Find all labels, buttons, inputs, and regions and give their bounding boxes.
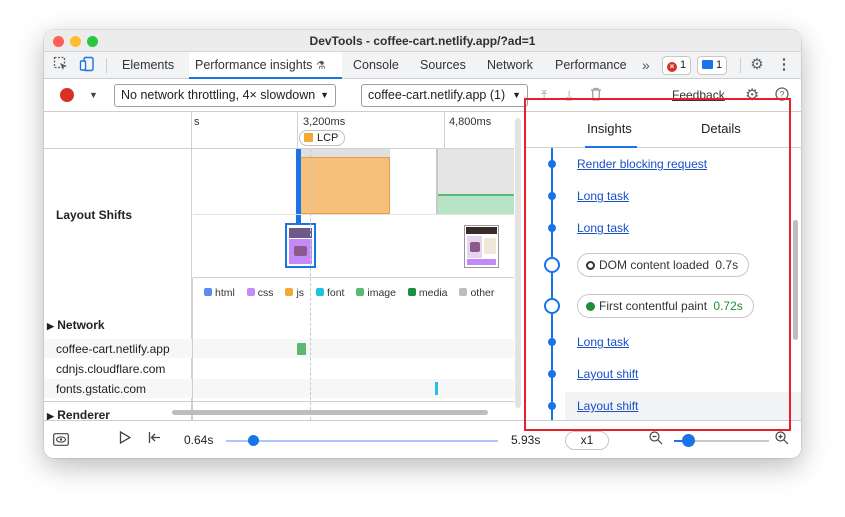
tab-performance-insights[interactable]: Performance insights ⚗ ×: [189, 52, 342, 99]
legend-item-image: image: [356, 287, 396, 299]
timeline-vertical-scrollbar[interactable]: [515, 118, 521, 408]
legend-swatch: [315, 288, 324, 296]
legend-swatch: [407, 288, 416, 296]
layout-shift-screenshot[interactable]: [464, 225, 499, 268]
network-legend: html css js font image media other: [204, 287, 503, 299]
network-host-label: fonts.gstatic.com: [56, 382, 147, 396]
table-row[interactable]: cdnjs.cloudflare.com: [44, 359, 514, 378]
legend-swatch: [459, 288, 468, 296]
chevron-down-icon: ▼: [512, 90, 521, 100]
legend-swatch: [246, 288, 255, 296]
tab-performance[interactable]: Performance: [549, 52, 633, 78]
layout-shifts-track: [193, 149, 514, 278]
legend-swatch: [204, 288, 212, 296]
lcp-marker[interactable]: LCP: [299, 130, 346, 146]
tab-divider: [106, 58, 107, 73]
track-divider: [44, 401, 514, 402]
ruler-gridline: [297, 112, 298, 149]
inspect-element-icon[interactable]: [52, 56, 70, 74]
lcp-swatch: [304, 133, 313, 142]
more-tabs-icon[interactable]: »: [636, 52, 656, 78]
screenshot-content: [484, 238, 496, 254]
network-request-bar[interactable]: [435, 382, 438, 395]
renderer-track-label[interactable]: ▶ Renderer: [47, 408, 110, 420]
error-count-badge[interactable]: × 1: [662, 56, 692, 75]
playback-slider-track[interactable]: [226, 440, 498, 442]
lcp-dashed-line: [310, 149, 311, 420]
preview-eye-icon[interactable]: [53, 433, 69, 449]
tab-elements[interactable]: Elements: [116, 52, 180, 78]
tab-sources[interactable]: Sources: [414, 52, 472, 78]
zoom-in-icon[interactable]: [775, 431, 789, 448]
legend-swatch: [285, 288, 294, 296]
window-title: DevTools - coffee-cart.netlify.app/?ad=1: [309, 34, 536, 48]
coffee-cup-image: [470, 242, 480, 252]
image-paint-bar: [436, 194, 514, 214]
network-request-bar[interactable]: [297, 343, 306, 355]
legend-item-html: html: [204, 287, 235, 299]
table-row[interactable]: coffee-cart.netlify.app: [44, 339, 514, 358]
legend-item-other: other: [459, 287, 494, 299]
insights-vertical-scrollbar[interactable]: [793, 220, 798, 340]
device-toolbar-icon[interactable]: [78, 56, 96, 74]
legend-item-js: js: [285, 287, 304, 299]
shift-highlight: [467, 259, 496, 265]
timeline-tracks-pane: s 3,200ms 4,800ms LCP Layout Shifts ▶ Ne…: [44, 112, 514, 420]
experiment-flask-icon: ⚗: [315, 60, 326, 72]
playback-speed-button[interactable]: x1: [565, 431, 609, 450]
message-count-badge[interactable]: 1: [697, 56, 728, 75]
layout-shift-screenshot-selected[interactable]: [285, 223, 316, 268]
message-icon: [702, 60, 713, 69]
chevron-down-icon: ▼: [320, 90, 329, 100]
screenshot-header: [289, 228, 312, 238]
skip-to-start-icon[interactable]: [148, 431, 161, 447]
title-bar: DevTools - coffee-cart.netlify.app/?ad=1: [44, 30, 801, 52]
network-host-label: coffee-cart.netlify.app: [56, 342, 170, 356]
horizontal-scrollbar[interactable]: [172, 410, 488, 415]
task-bar: [436, 149, 514, 194]
highlight-box: [524, 98, 791, 431]
expand-triangle-icon: ▶: [47, 411, 54, 420]
legend-item-media: media: [407, 287, 448, 299]
ruler-tick: 4,800ms: [449, 116, 492, 128]
zoom-out-icon[interactable]: [649, 431, 663, 448]
tab-console[interactable]: Console: [347, 52, 405, 78]
ruler-tick: s: [194, 116, 200, 128]
legend-item-font: font: [315, 287, 344, 299]
network-host-label: cdnjs.cloudflare.com: [56, 362, 166, 376]
expand-triangle-icon: ▶: [47, 321, 54, 331]
playback-start-time: 0.64s: [184, 433, 214, 447]
tab-performance-insights-label: Performance insights: [195, 58, 313, 72]
tab-network[interactable]: Network: [481, 52, 539, 78]
layout-shifts-track-label: Layout Shifts: [56, 208, 133, 222]
error-icon: ×: [667, 62, 677, 72]
ruler-gridline: [444, 112, 445, 149]
more-options-icon[interactable]: ⋮: [775, 56, 793, 74]
network-track-label[interactable]: ▶ Network: [47, 318, 105, 332]
throttling-select[interactable]: No network throttling, 4× slowdown ▼: [114, 84, 336, 107]
tab-divider: [740, 58, 741, 73]
playback-slider-thumb[interactable]: [248, 435, 260, 446]
page-select[interactable]: coffee-cart.netlify.app (1) ▼: [361, 84, 528, 107]
panel-tab-strip: Elements Performance insights ⚗ × Consol…: [44, 52, 801, 99]
ruler-tick: 3,200ms: [303, 116, 346, 128]
coffee-cup-image: [294, 246, 307, 256]
playback-end-time: 5.93s: [511, 433, 541, 447]
settings-gear-icon[interactable]: ⚙: [748, 56, 766, 74]
marker-line: [436, 149, 438, 214]
screenshot-header: [466, 227, 497, 234]
table-row[interactable]: fonts.gstatic.com: [44, 379, 514, 398]
legend-item-css: css: [246, 287, 274, 299]
column-divider: [192, 278, 193, 420]
zoom-slider-thumb[interactable]: [682, 434, 695, 447]
record-options-chevron-down-icon[interactable]: ▼: [89, 90, 98, 100]
record-button[interactable]: [60, 88, 74, 102]
track-divider: [193, 214, 514, 215]
legend-swatch: [356, 288, 365, 296]
play-icon[interactable]: [119, 430, 132, 447]
